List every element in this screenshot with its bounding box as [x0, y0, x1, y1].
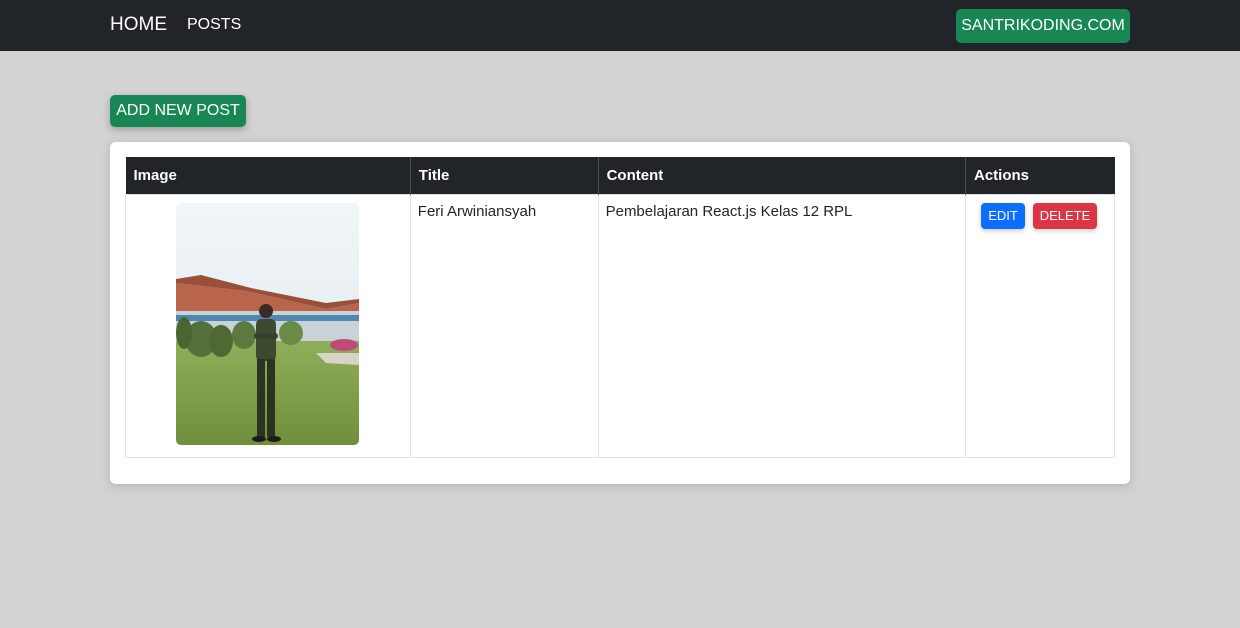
delete-button[interactable]: DELETE	[1033, 202, 1097, 229]
column-header-actions: Actions	[965, 157, 1115, 194]
santrikoding-button[interactable]: SANTRIKODING.COM	[956, 9, 1130, 43]
column-header-image: Image	[125, 157, 411, 194]
nav-brand-home[interactable]: HOME	[110, 14, 167, 36]
post-title-cell: Feri Arwiniansyah	[409, 193, 599, 458]
action-buttons: EDIT DELETE	[973, 202, 1107, 229]
nav-link-posts[interactable]: POSTS	[187, 16, 241, 34]
table-header-row: Image Title Content Actions	[125, 157, 1115, 194]
navbar: HOME POSTS SANTRIKODING.COM	[0, 0, 1240, 51]
table-row: Feri Arwiniansyah Pembelajaran React.js …	[125, 193, 1115, 458]
post-content-cell: Pembelajaran React.js Kelas 12 RPL	[597, 193, 967, 458]
post-image	[176, 202, 360, 445]
image-cell	[125, 193, 411, 458]
posts-card: Image Title Content Actions Feri Arwinia…	[110, 142, 1130, 484]
actions-cell: EDIT DELETE	[965, 193, 1115, 458]
add-new-post-button[interactable]: ADD NEW POST	[110, 95, 246, 127]
edit-button[interactable]: EDIT	[981, 202, 1025, 229]
column-header-title: Title	[410, 157, 599, 194]
posts-table: Image Title Content Actions Feri Arwinia…	[125, 157, 1115, 458]
column-header-content: Content	[598, 157, 967, 194]
